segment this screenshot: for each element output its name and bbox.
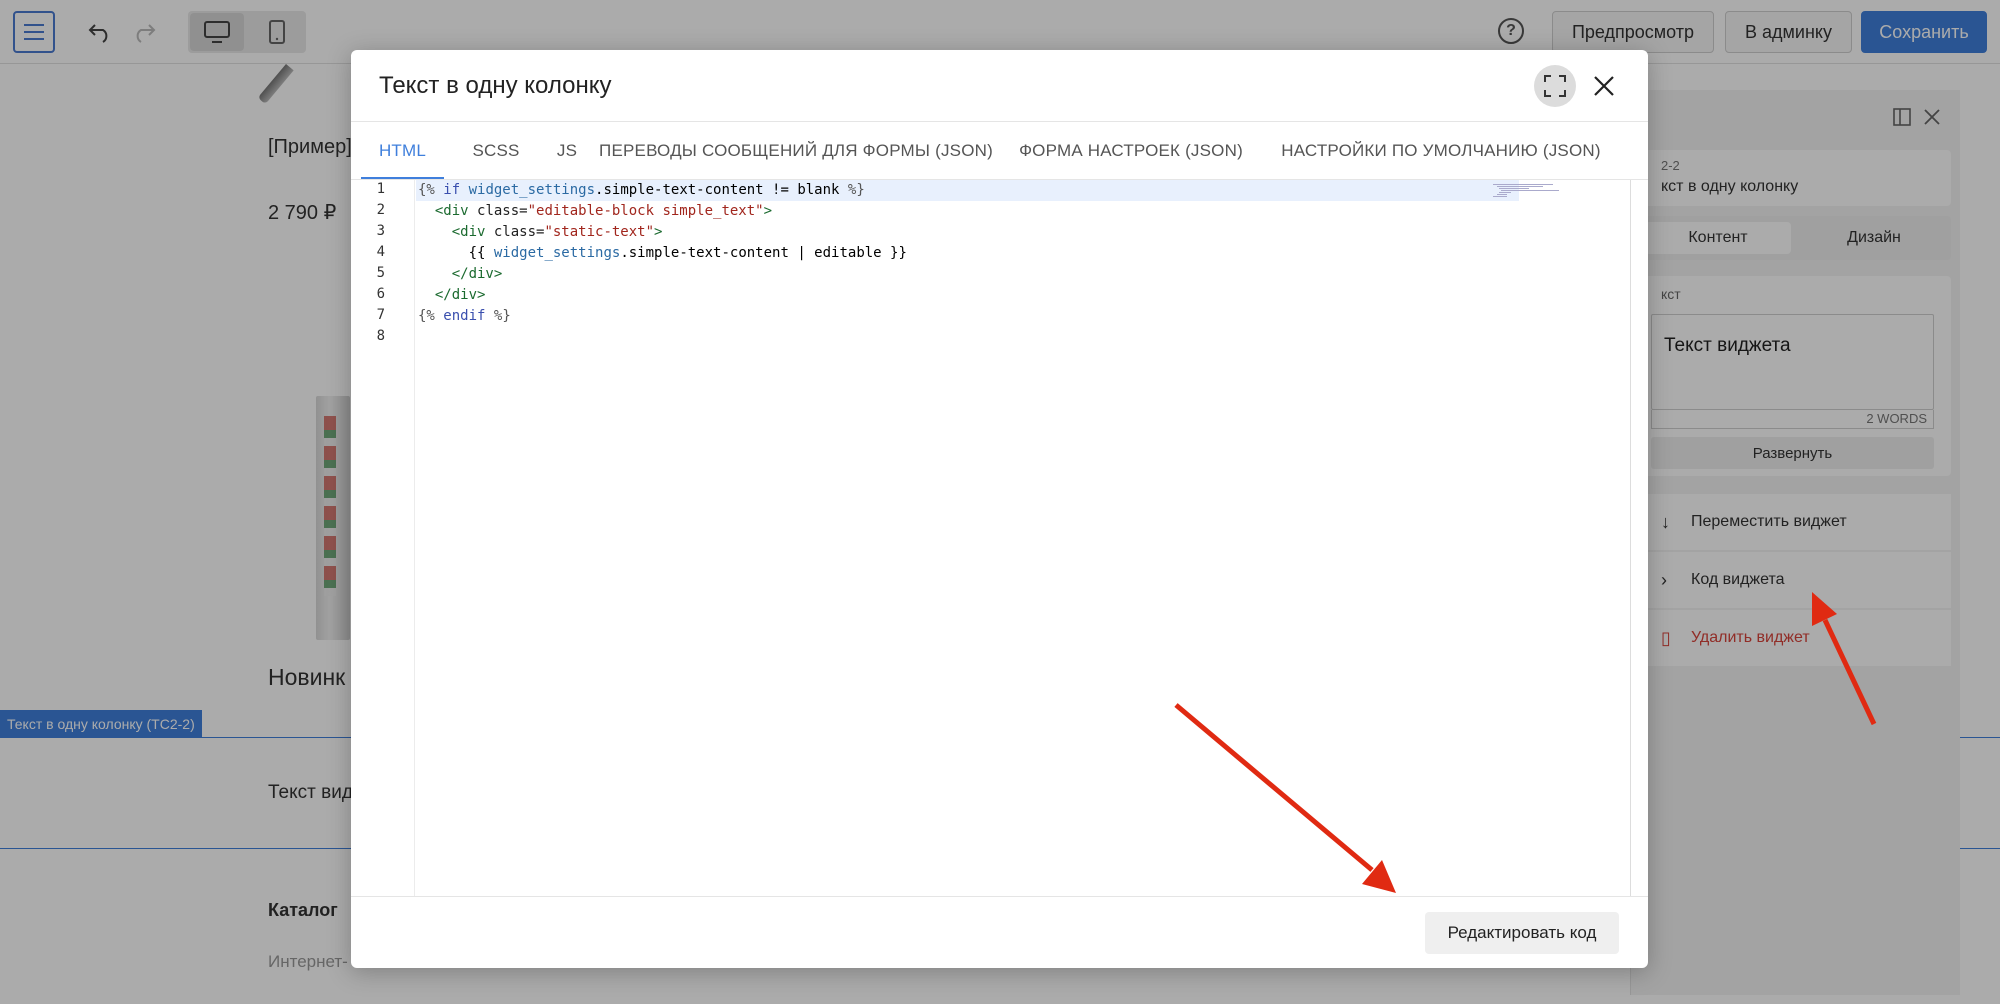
line-number: 4 xyxy=(376,244,385,260)
tab-scss[interactable]: SCSS xyxy=(461,122,531,180)
code-line: {% if widget_settings.simple-text-conten… xyxy=(416,180,1519,201)
code-line: <div class="static-text"> xyxy=(451,224,663,240)
edit-code-button[interactable]: Редактировать код xyxy=(1425,912,1619,954)
tab-js[interactable]: JS xyxy=(541,122,593,180)
modal-title: Текст в одну колонку xyxy=(379,72,612,99)
code-line: {% endif %} xyxy=(418,308,511,324)
line-number: 6 xyxy=(376,286,385,302)
fullscreen-icon xyxy=(1544,75,1566,97)
line-number: 8 xyxy=(376,328,385,344)
tab-default-settings[interactable]: НАСТРОЙКИ ПО УМОЛЧАНИЮ (JSON) xyxy=(1271,122,1611,180)
line-number: 5 xyxy=(376,265,385,281)
code-editor[interactable]: 1 2 3 4 5 6 7 8 {% if widget_settings.si… xyxy=(351,180,1631,897)
fullscreen-button[interactable] xyxy=(1534,65,1576,107)
line-number: 3 xyxy=(376,223,385,239)
line-number: 1 xyxy=(376,181,385,197)
tab-settings-form[interactable]: ФОРМА НАСТРОЕК (JSON) xyxy=(1011,122,1251,180)
code-line: </div> xyxy=(434,287,486,303)
line-number-gutter: 1 2 3 4 5 6 7 8 xyxy=(351,180,415,897)
code-editor-modal: Текст в одну колонку HTML SCSS JS ПЕРЕВО… xyxy=(351,50,1648,968)
line-number: 2 xyxy=(376,202,385,218)
tab-form-translations[interactable]: ПЕРЕВОДЫ СООБЩЕНИЙ ДЛЯ ФОРМЫ (JSON) xyxy=(599,122,993,180)
code-tabs: HTML SCSS JS ПЕРЕВОДЫ СООБЩЕНИЙ ДЛЯ ФОРМ… xyxy=(361,122,1641,180)
tab-html[interactable]: HTML xyxy=(361,122,444,180)
code-line: <div class="editable-block simple_text"> xyxy=(434,203,773,219)
code-line: {{ widget_settings.simple-text-content |… xyxy=(468,245,907,261)
code-line: </div> xyxy=(451,266,503,282)
close-icon xyxy=(1594,76,1614,96)
modal-close-button[interactable] xyxy=(1583,65,1625,107)
line-number: 7 xyxy=(376,307,385,323)
code-minimap[interactable] xyxy=(1493,184,1563,198)
